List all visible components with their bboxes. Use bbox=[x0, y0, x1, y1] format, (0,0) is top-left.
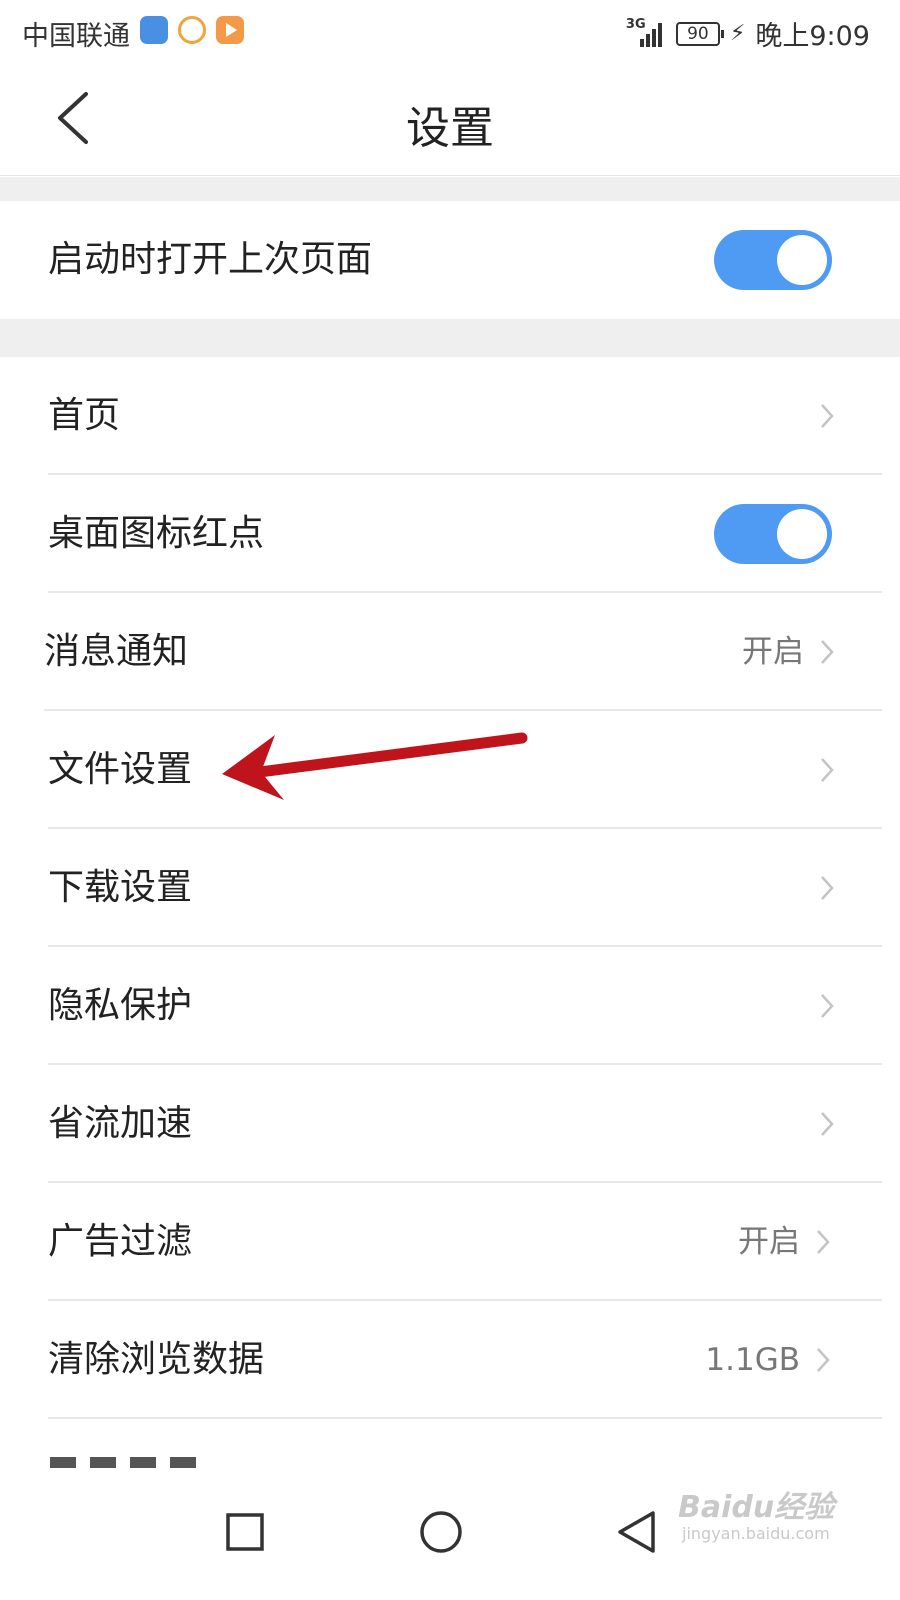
battery-icon: 90 bbox=[675, 21, 724, 46]
chevron-right-icon bbox=[821, 876, 834, 900]
setting-label: 启动时打开上次页面 bbox=[48, 239, 373, 280]
recent-apps-icon[interactable] bbox=[205, 1492, 285, 1572]
chevron-right-icon bbox=[821, 1112, 834, 1136]
setting-row-download[interactable]: 下载设置 bbox=[0, 829, 900, 947]
setting-label: 省流加速 bbox=[48, 1103, 193, 1144]
watermark-sub: jingyan.baidu.com bbox=[682, 1524, 830, 1543]
setting-row-partial[interactable] bbox=[0, 1419, 900, 1468]
setting-row-homepage[interactable]: 首页 bbox=[0, 357, 900, 475]
clipped-label bbox=[50, 1457, 210, 1468]
setting-row-notifications[interactable]: 消息通知 开启 bbox=[0, 593, 900, 711]
shield-app-icon bbox=[140, 16, 168, 44]
home-icon[interactable] bbox=[401, 1492, 481, 1572]
app-header: 设置 bbox=[0, 62, 900, 176]
carrier-name: 中国联通 bbox=[22, 21, 130, 52]
chevron-right-icon bbox=[821, 640, 834, 664]
setting-label: 广告过滤 bbox=[48, 1221, 193, 1262]
section-gap bbox=[0, 177, 900, 201]
signal-icon: 3G bbox=[625, 16, 666, 49]
back-icon[interactable] bbox=[597, 1492, 677, 1572]
setting-value: 1.1GB bbox=[705, 1342, 800, 1378]
chevron-right-icon bbox=[821, 994, 834, 1018]
clock: 晚上9:09 bbox=[755, 21, 870, 52]
notification-icons bbox=[140, 16, 244, 44]
setting-value: 开启 bbox=[738, 1224, 800, 1260]
toggle-knob bbox=[777, 235, 827, 285]
charging-icon: ⚡ bbox=[729, 21, 746, 46]
page-title: 设置 bbox=[406, 103, 494, 154]
chevron-right-icon bbox=[821, 758, 834, 782]
setting-row-clear-data[interactable]: 清除浏览数据 1.1GB bbox=[0, 1301, 900, 1419]
setting-label: 清除浏览数据 bbox=[48, 1339, 265, 1380]
status-indicators: 3G 90 ⚡ 晚上9:09 bbox=[626, 14, 870, 53]
setting-label: 桌面图标红点 bbox=[48, 513, 265, 554]
chevron-right-icon bbox=[817, 1230, 830, 1254]
setting-row-ad-filter[interactable]: 广告过滤 开启 bbox=[0, 1183, 900, 1301]
setting-row-privacy[interactable]: 隐私保护 bbox=[0, 947, 900, 1065]
setting-label: 下载设置 bbox=[48, 867, 193, 908]
setting-row-file[interactable]: 文件设置 bbox=[0, 711, 900, 829]
setting-label: 隐私保护 bbox=[48, 985, 193, 1026]
startup-toggle[interactable] bbox=[714, 230, 832, 290]
battery-level: 90 bbox=[687, 23, 709, 44]
watermark-logo: Baidu经验 jingyan.baidu.com bbox=[678, 1478, 838, 1558]
setting-label: 首页 bbox=[48, 395, 121, 436]
setting-row-data-saver[interactable]: 省流加速 bbox=[0, 1065, 900, 1183]
watermark-main: Baidu经验 bbox=[678, 1490, 835, 1525]
badge-toggle[interactable] bbox=[714, 504, 832, 564]
setting-label: 消息通知 bbox=[44, 631, 189, 672]
camera-app-icon bbox=[178, 16, 206, 44]
chevron-right-icon bbox=[821, 404, 834, 428]
setting-row-badge[interactable]: 桌面图标红点 bbox=[0, 475, 900, 593]
chevron-right-icon bbox=[817, 1348, 830, 1372]
video-app-icon bbox=[216, 16, 244, 44]
setting-row-startup[interactable]: 启动时打开上次页面 bbox=[0, 201, 900, 319]
setting-label: 文件设置 bbox=[48, 749, 193, 790]
toggle-knob bbox=[777, 509, 827, 559]
section-gap bbox=[0, 319, 900, 357]
setting-value: 开启 bbox=[742, 634, 804, 670]
network-type: 3G bbox=[625, 16, 646, 32]
status-bar: 中国联通 3G 90 ⚡ 晚上9:09 bbox=[0, 0, 900, 62]
